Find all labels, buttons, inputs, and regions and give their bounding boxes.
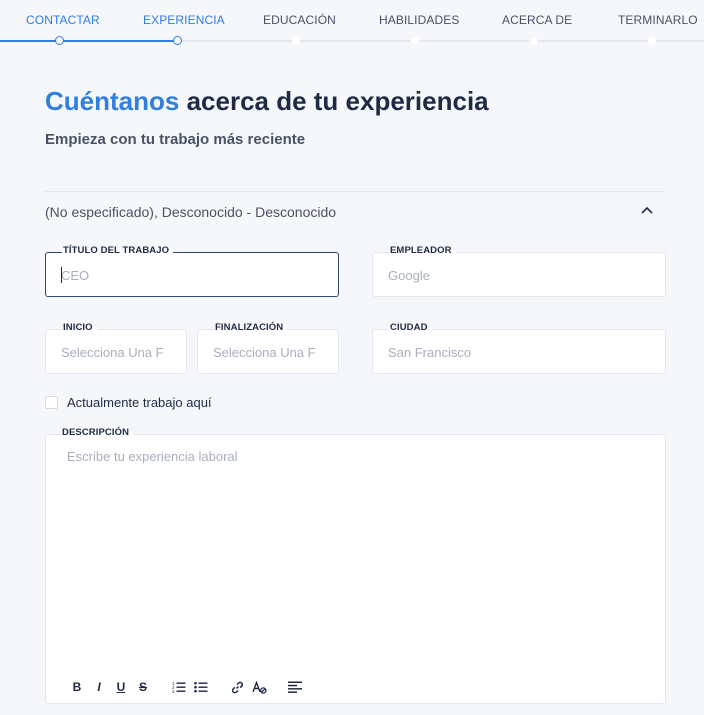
end-date-label: FINALIZACIÓN [214,322,288,333]
end-date-field[interactable]: FINALIZACIÓN [197,322,339,374]
end-date-input[interactable] [213,342,328,362]
align-left-button[interactable] [284,677,306,697]
stepper-progress-fill [0,40,178,42]
ordered-list-button[interactable]: 1 2 3 [168,677,190,697]
city-input[interactable] [388,342,655,362]
city-field[interactable]: CIUDAD [372,322,666,374]
step-dot-educacion [292,37,300,45]
step-dot-terminarlo [648,37,656,45]
step-dot-acerca-de [530,37,538,45]
job-title-input[interactable] [61,265,328,285]
bullet-list-button[interactable] [190,677,212,697]
step-educacion[interactable]: EDUCACIÓN [263,13,336,27]
bold-button[interactable]: B [66,677,88,697]
start-date-label: INICIO [62,322,97,333]
step-acerca-de[interactable]: ACERCA DE [502,13,572,27]
step-dot-habilidades [411,37,419,45]
step-habilidades[interactable]: HABILIDADES [379,13,459,27]
chevron-up-icon [641,206,653,214]
city-label: CIUDAD [389,322,432,333]
start-date-input[interactable] [61,342,176,362]
step-terminarlo[interactable]: TERMINARLO [618,13,698,27]
strikethrough-button[interactable]: S [132,677,154,697]
description-label: DESCRIPCIÓN [61,427,134,438]
svg-text:3: 3 [172,689,175,693]
step-dot-experiencia [173,36,182,45]
job-title-label: TÍTULO DEL TRABAJO [62,245,174,256]
employer-input[interactable] [388,265,655,285]
clear-format-button[interactable] [248,677,270,697]
underline-button[interactable]: U [110,677,132,697]
job-title-field[interactable]: TÍTULO DEL TRABAJO [45,245,339,297]
page-title-accent: Cuéntanos [45,86,180,116]
progress-stepper: CONTACTAR EXPERIENCIA EDUCACIÓN HABILIDA… [0,0,704,45]
step-dot-contactar [55,36,64,45]
bullet-list-icon [194,681,208,693]
employer-label: EMPLEADOR [389,245,456,256]
clear-format-icon [251,680,267,694]
section-divider [45,191,665,192]
current-job-checkbox[interactable] [45,396,58,409]
description-textarea[interactable] [67,449,637,669]
collapse-entry-button[interactable] [636,199,658,221]
insert-link-button[interactable] [226,677,248,697]
page-title: Cuéntanos acerca de tu experiencia [45,86,489,117]
employer-field[interactable]: EMPLEADOR [372,245,666,297]
ordered-list-icon: 1 2 3 [172,681,186,693]
start-date-field[interactable]: INICIO [45,322,187,374]
page-title-rest: acerca de tu experiencia [179,86,489,116]
editor-toolbar: B I U S 1 2 3 [66,677,306,697]
experience-entry-summary[interactable]: (No especificado), Desconocido - Descono… [45,204,336,220]
italic-button[interactable]: I [88,677,110,697]
text-caret [61,267,62,283]
current-job-label[interactable]: Actualmente trabajo aquí [67,395,212,410]
align-left-icon [288,681,302,693]
page-subtitle: Empieza con tu trabajo más reciente [45,131,306,148]
step-experiencia[interactable]: EXPERIENCIA [143,13,225,27]
link-icon [231,681,243,693]
step-contactar[interactable]: CONTACTAR [26,13,100,27]
description-editor[interactable]: DESCRIPCIÓN B I U S 1 2 3 [45,427,666,704]
